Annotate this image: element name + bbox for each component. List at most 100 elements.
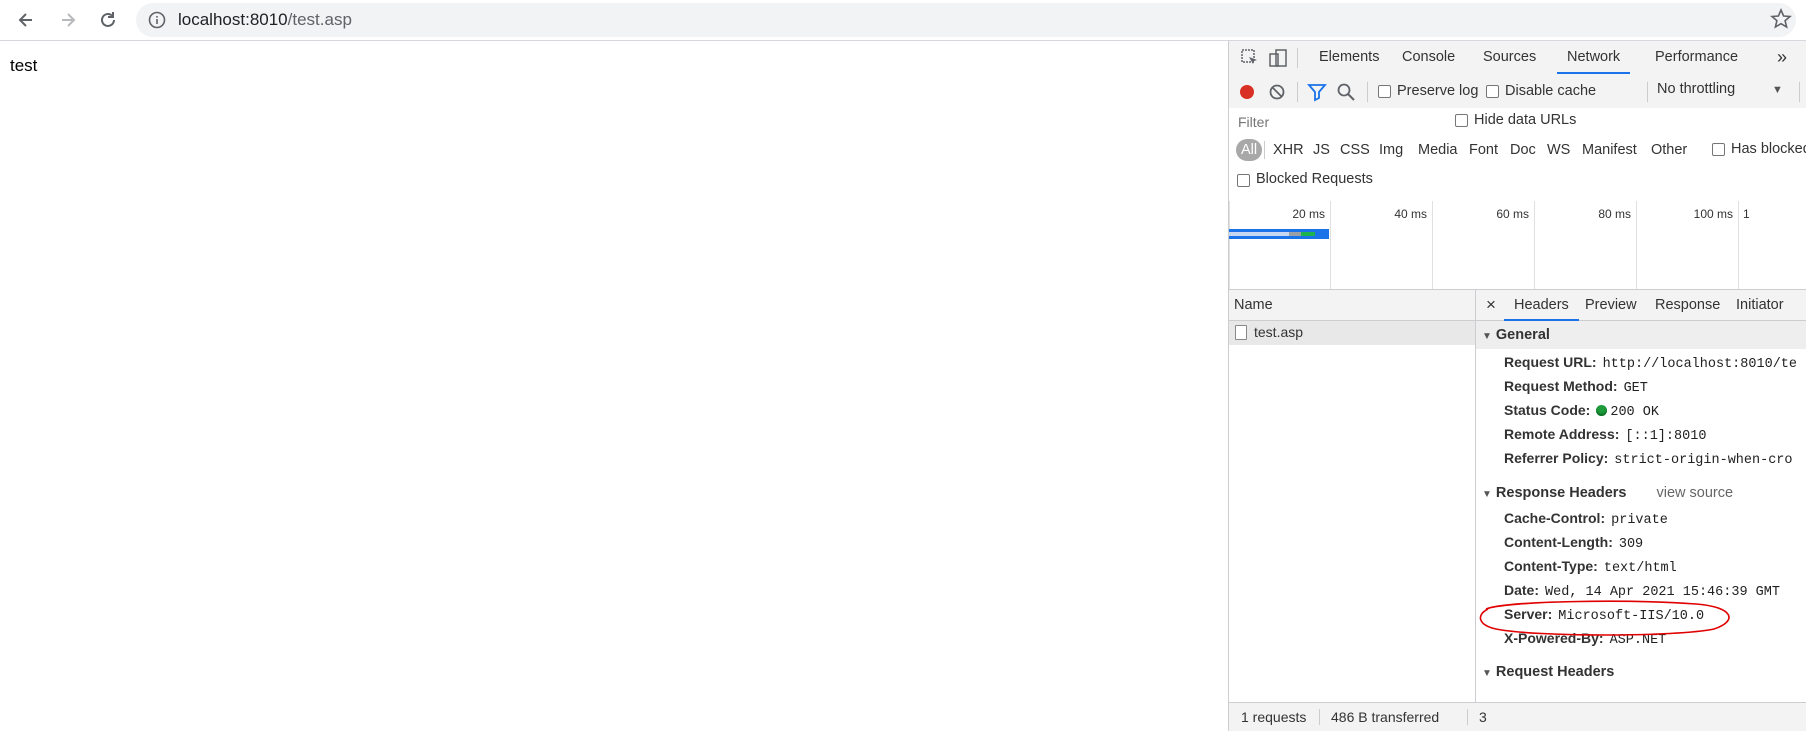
timeline-tick-label: 1 [1743, 207, 1750, 221]
disable-cache-checkbox[interactable] [1486, 85, 1499, 98]
tab-console[interactable]: Console [1402, 41, 1455, 73]
network-overview-timeline[interactable]: 20 ms 40 ms 60 ms 80 ms 100 ms 1 [1229, 201, 1806, 290]
timeline-tick-label: 60 ms [1496, 207, 1529, 221]
has-blocked-checkbox[interactable] [1712, 143, 1725, 156]
request-row[interactable]: test.asp [1229, 321, 1475, 345]
tab-preview[interactable]: Preview [1585, 290, 1637, 320]
type-filter-manifest[interactable]: Manifest [1582, 139, 1637, 161]
tab-initiator[interactable]: Initiator [1736, 290, 1784, 320]
filter-icon[interactable] [1307, 82, 1327, 102]
document-icon [1235, 325, 1247, 340]
throttling-select[interactable]: No throttling ▼ [1657, 81, 1783, 101]
referrer-policy-row: Referrer Policy: strict-origin-when-cro [1504, 450, 1793, 470]
status-code-value: 200 OK [1610, 405, 1659, 420]
browser-toolbar: localhost:8010/test.asp [0, 0, 1806, 41]
response-headers-section-header[interactable]: ▼ Response Headers view source [1476, 479, 1806, 507]
view-source-link[interactable]: view source [1656, 485, 1733, 501]
tab-elements[interactable]: Elements [1319, 41, 1379, 73]
content-type-label: Content-Type: [1504, 558, 1598, 574]
type-filter-media[interactable]: Media [1418, 139, 1458, 161]
more-tabs-button[interactable]: » [1777, 41, 1787, 73]
remote-address-row: Remote Address: [::1]:8010 [1504, 426, 1706, 446]
timeline-tick-label: 40 ms [1394, 207, 1427, 221]
close-detail-button[interactable]: × [1486, 290, 1496, 320]
detail-tab-bar: × Headers Preview Response Initiator [1476, 290, 1806, 321]
toolbar-divider [1647, 82, 1648, 102]
timeline-tick-label: 100 ms [1693, 207, 1733, 221]
request-headers-title: Request Headers [1495, 664, 1615, 680]
reload-icon [101, 12, 115, 27]
waterfall-download-segment [1315, 232, 1325, 236]
timeline-tick [1432, 201, 1433, 289]
cache-control-label: Cache-Control: [1504, 510, 1606, 526]
content-length-label: Content-Length: [1504, 534, 1613, 550]
hide-data-urls-label: Hide data URLs [1474, 112, 1577, 128]
url-host: localhost:8010 [178, 10, 288, 29]
expand-triangle-icon: ▼ [1482, 668, 1492, 679]
content-length-row: Content-Length: 309 [1504, 534, 1643, 554]
tab-sources[interactable]: Sources [1483, 41, 1536, 73]
general-section-header[interactable]: ▼ General [1476, 321, 1806, 349]
type-filter-img[interactable]: Img [1379, 139, 1403, 161]
record-icon[interactable] [1237, 82, 1257, 102]
timeline-selection-bar[interactable] [1229, 229, 1329, 239]
request-url-value: http://localhost:8010/te [1602, 357, 1797, 372]
remote-address-value: [::1]:8010 [1625, 429, 1707, 444]
request-method-label: Request Method: [1504, 378, 1618, 394]
cache-control-value: private [1611, 513, 1668, 528]
name-column-header[interactable]: Name [1229, 290, 1475, 321]
request-method-value: GET [1623, 381, 1648, 396]
toolbar-divider [1799, 82, 1800, 102]
clear-icon[interactable] [1267, 82, 1287, 102]
preserve-log-checkbox[interactable] [1378, 85, 1391, 98]
request-headers-section-header[interactable]: ▼ Request Headers [1476, 658, 1806, 686]
filter-input[interactable] [1233, 111, 1436, 133]
transferred-size: 486 B transferred [1331, 709, 1440, 725]
request-method-row: Request Method: GET [1504, 378, 1648, 398]
type-filter-css[interactable]: CSS [1340, 139, 1370, 161]
timeline-tick [1636, 201, 1637, 289]
timeline-tick-label: 20 ms [1292, 207, 1325, 221]
network-summary-bar: 1 requests 486 B transferred 3 [1229, 702, 1806, 731]
type-filter-all[interactable]: All [1236, 139, 1263, 161]
blocked-requests-checkbox[interactable] [1237, 174, 1250, 187]
bookmark-star-icon[interactable] [1770, 8, 1792, 30]
status-code-row: Status Code: 200 OK [1504, 402, 1659, 422]
tab-response[interactable]: Response [1655, 290, 1720, 320]
cache-control-row: Cache-Control: private [1504, 510, 1668, 530]
info-icon[interactable] [148, 11, 166, 29]
timeline-tick [1534, 201, 1535, 289]
tab-headers[interactable]: Headers [1504, 290, 1579, 321]
type-filter-xhr[interactable]: XHR [1273, 139, 1304, 161]
device-toolbar-icon[interactable] [1267, 47, 1289, 69]
reload-button[interactable] [92, 4, 124, 36]
type-filter-font[interactable]: Font [1469, 139, 1498, 161]
type-filter-ws[interactable]: WS [1547, 139, 1570, 161]
type-filter-doc[interactable]: Doc [1510, 139, 1536, 161]
tab-network[interactable]: Network [1556, 41, 1631, 74]
toolbar-divider [1297, 82, 1298, 102]
search-icon[interactable] [1336, 82, 1356, 102]
forward-button[interactable] [52, 4, 84, 36]
summary-divider [1467, 709, 1468, 725]
back-button[interactable] [10, 4, 42, 36]
page-body-text: test [10, 56, 38, 75]
forward-arrow-icon [62, 13, 76, 27]
response-headers-title: Response Headers [1495, 485, 1627, 501]
inspect-element-icon[interactable] [1239, 47, 1261, 69]
request-detail-panel: × Headers Preview Response Initiator ▼ Ge… [1476, 290, 1806, 703]
expand-triangle-icon: ▼ [1482, 489, 1492, 500]
dropdown-arrow-icon: ▼ [1772, 84, 1783, 96]
hide-data-urls-checkbox[interactable] [1455, 114, 1468, 127]
timeline-tick [1229, 201, 1230, 289]
tab-performance[interactable]: Performance [1655, 41, 1738, 73]
type-filter-js[interactable]: JS [1313, 139, 1330, 161]
referrer-policy-value: strict-origin-when-cro [1614, 453, 1793, 468]
address-bar[interactable]: localhost:8010/test.asp [136, 3, 1796, 37]
url-text: localhost:8010/test.asp [178, 10, 352, 30]
type-filter-other[interactable]: Other [1651, 139, 1687, 161]
toolbar-divider [1367, 82, 1368, 102]
timeline-tick-label: 80 ms [1598, 207, 1631, 221]
type-divider [1264, 141, 1265, 159]
red-highlight-annotation [1479, 600, 1730, 636]
